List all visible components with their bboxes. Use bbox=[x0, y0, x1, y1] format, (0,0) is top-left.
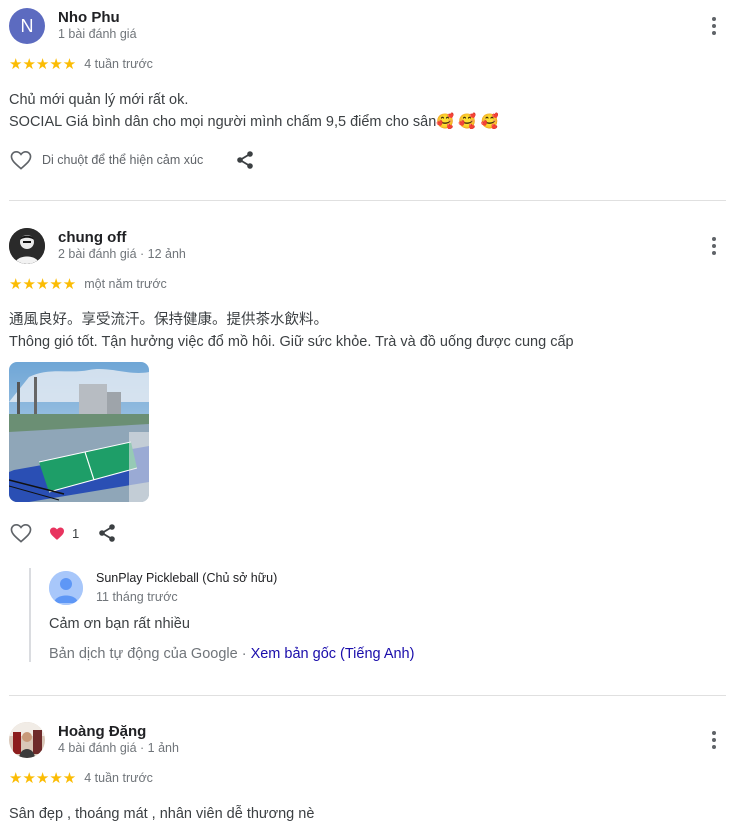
heart-icon[interactable] bbox=[9, 148, 33, 172]
owner-name[interactable]: SunPlay Pickleball (Chủ sở hữu) bbox=[96, 571, 277, 585]
review-card: N Nho Phu 1 bài đánh giá ★★★★★ 4 tuần tr… bbox=[0, 0, 746, 175]
review-time: 4 tuần trước bbox=[84, 771, 153, 785]
reaction-hint: Di chuột để thể hiện cảm xúc bbox=[42, 153, 204, 167]
more-options-button[interactable] bbox=[704, 14, 724, 38]
review-card: Hoàng Đặng 4 bài đánh giá · 1 ảnh ★★★★★ … bbox=[0, 714, 746, 825]
like-count: 1 bbox=[72, 525, 80, 541]
owner-response-time: 11 tháng trước bbox=[96, 590, 178, 604]
reviewer-name[interactable]: Hoàng Đặng bbox=[58, 723, 146, 740]
owner-avatar[interactable] bbox=[49, 571, 83, 605]
heart-icon[interactable] bbox=[9, 521, 33, 545]
review-text-line: Sân đẹp , thoáng mát , nhân viên dễ thươ… bbox=[9, 806, 315, 822]
star-rating: ★★★★★ bbox=[9, 55, 77, 73]
share-icon[interactable] bbox=[95, 521, 119, 545]
view-original-link[interactable]: Xem bản gốc (Tiếng Anh) bbox=[251, 646, 415, 662]
more-options-button[interactable] bbox=[704, 728, 724, 752]
avatar[interactable] bbox=[9, 228, 45, 264]
translation-note: Bản dịch tự động của Google · bbox=[49, 646, 251, 662]
review-card: chung off 2 bài đánh giá · 12 ảnh ★★★★★ … bbox=[0, 220, 746, 662]
owner-response-text: Cảm ơn bạn rất nhiều bbox=[49, 616, 190, 632]
reviewer-meta: 2 bài đánh giá · 12 ảnh bbox=[58, 247, 186, 261]
reviewer-name[interactable]: Nho Phu bbox=[58, 9, 120, 26]
filled-heart-icon bbox=[50, 527, 64, 540]
review-text-line: 通風良好。享受流汗。保持健康。提供茶水飲料。 bbox=[9, 312, 328, 328]
reviewer-name[interactable]: chung off bbox=[58, 229, 126, 246]
star-rating: ★★★★★ bbox=[9, 769, 77, 787]
review-text-line: Thông gió tốt. Tận hưởng việc đổ mồ hôi.… bbox=[9, 334, 574, 350]
review-time: một năm trước bbox=[84, 277, 167, 291]
reviewer-meta: 1 bài đánh giá bbox=[58, 27, 137, 41]
review-text-line: SOCIAL Giá bình dân cho mọi người mình c… bbox=[9, 114, 499, 130]
review-time: 4 tuần trước bbox=[84, 57, 153, 71]
divider bbox=[9, 200, 726, 201]
reviewer-meta: 4 bài đánh giá · 1 ảnh bbox=[58, 741, 179, 755]
divider bbox=[9, 695, 726, 696]
avatar[interactable] bbox=[9, 722, 45, 758]
review-photo[interactable] bbox=[9, 362, 149, 502]
owner-response: SunPlay Pickleball (Chủ sở hữu) 11 tháng… bbox=[29, 568, 736, 662]
share-icon[interactable] bbox=[233, 148, 257, 172]
like-count-chip[interactable]: 1 bbox=[49, 526, 79, 541]
review-text-line: Chủ mới quản lý mới rất ok. bbox=[9, 92, 189, 108]
star-rating: ★★★★★ bbox=[9, 275, 77, 293]
more-options-button[interactable] bbox=[704, 234, 724, 258]
avatar[interactable]: N bbox=[9, 8, 45, 44]
